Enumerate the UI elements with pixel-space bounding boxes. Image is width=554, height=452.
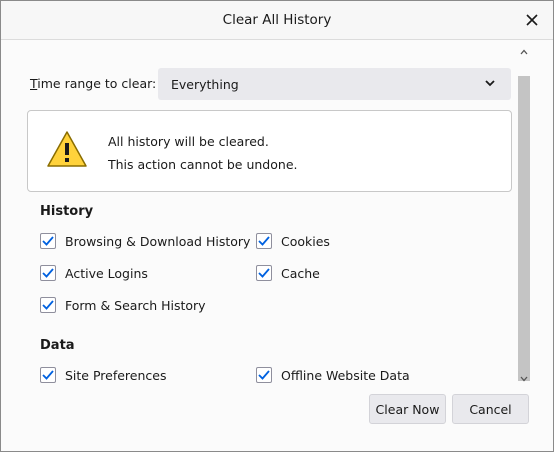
checkbox-form-search-history[interactable]: Form & Search History <box>40 295 206 315</box>
checkbox-browsing-download-history[interactable]: Browsing & Download History <box>40 231 250 251</box>
warning-line-1: All history will be cleared. <box>108 134 269 149</box>
checkbox-box[interactable] <box>256 265 272 281</box>
checkbox-box[interactable] <box>40 233 56 249</box>
checkmark-icon <box>42 236 54 246</box>
time-range-value: Everything <box>171 77 239 92</box>
checkbox-label: Cache <box>281 265 320 281</box>
checkbox-box[interactable] <box>40 367 56 383</box>
checkbox-cache[interactable]: Cache <box>256 263 320 283</box>
checkbox-active-logins[interactable]: Active Logins <box>40 263 148 283</box>
close-icon <box>526 14 538 26</box>
checkbox-label: Active Logins <box>65 265 148 281</box>
checkbox-cookies[interactable]: Cookies <box>256 231 330 251</box>
warning-icon <box>47 131 87 167</box>
checkbox-label: Offline Website Data <box>281 367 410 383</box>
checkmark-icon <box>258 268 270 278</box>
warning-box: All history will be cleared. This action… <box>27 110 512 192</box>
checkbox-offline-website-data[interactable]: Offline Website Data <box>256 365 410 385</box>
vertical-scrollbar[interactable] <box>517 46 531 386</box>
checkbox-label: Form & Search History <box>65 297 206 313</box>
data-section-title: Data <box>40 338 75 353</box>
checkmark-icon <box>42 370 54 380</box>
chevron-down-icon <box>520 376 528 382</box>
time-range-select[interactable]: Everything <box>158 68 511 100</box>
time-range-label: Time range to clear: <box>30 76 157 91</box>
scroll-down-button[interactable] <box>518 373 530 385</box>
time-range-row: Time range to clear: Everything <box>30 68 512 100</box>
checkbox-box[interactable] <box>256 367 272 383</box>
checkmark-icon <box>42 268 54 278</box>
history-section-title: History <box>40 204 94 219</box>
title-bar: Clear All History <box>1 1 553 40</box>
checkbox-site-preferences[interactable]: Site Preferences <box>40 365 167 385</box>
dialog-content: Time range to clear: Everything All hist… <box>1 40 515 386</box>
clear-history-dialog: Clear All History Time range to clear: E… <box>0 0 554 452</box>
checkmark-icon <box>258 236 270 246</box>
checkbox-label: Site Preferences <box>65 367 167 383</box>
cancel-button[interactable]: Cancel <box>452 394 529 424</box>
checkbox-box[interactable] <box>256 233 272 249</box>
checkmark-icon <box>42 300 54 310</box>
chevron-down-icon <box>485 80 495 87</box>
checkbox-box[interactable] <box>40 297 56 313</box>
checkbox-label: Browsing & Download History <box>65 233 251 249</box>
chevron-up-icon <box>520 49 528 55</box>
warning-line-2: This action cannot be undone. <box>108 157 298 172</box>
checkbox-label: Cookies <box>281 233 330 249</box>
close-button[interactable] <box>521 9 543 31</box>
scroll-up-button[interactable] <box>518 46 530 58</box>
checkbox-box[interactable] <box>40 265 56 281</box>
checkmark-icon <box>258 370 270 380</box>
dialog-title: Clear All History <box>222 12 332 28</box>
clear-now-button[interactable]: Clear Now <box>369 394 446 424</box>
scrollbar-thumb[interactable] <box>518 76 530 381</box>
